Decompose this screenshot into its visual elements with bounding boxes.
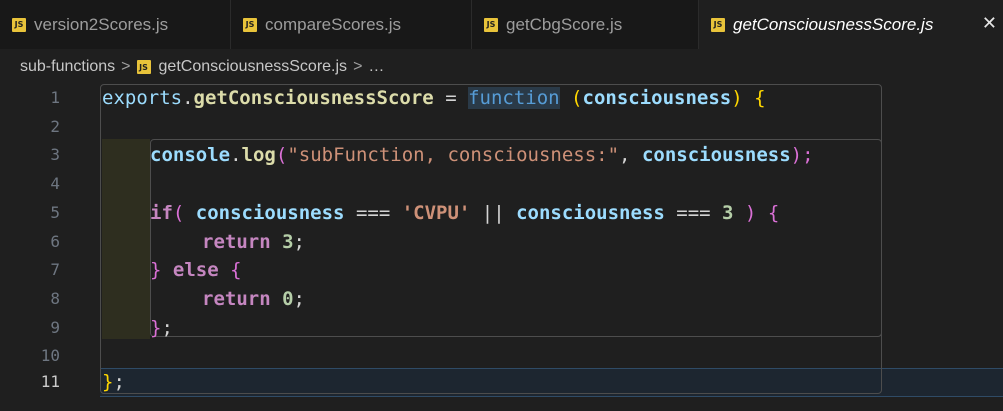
chevron-right-icon: > <box>121 58 131 75</box>
tab-label: getCbgScore.js <box>506 14 623 34</box>
line-number: 3 <box>50 145 60 165</box>
code-line: 9 }; <box>0 314 1003 343</box>
code-text: return 0; <box>202 287 305 310</box>
close-icon[interactable]: ✕ <box>982 13 997 34</box>
js-file-icon: JS <box>243 17 257 32</box>
code-line: 11 }; <box>0 368 1003 397</box>
breadcrumb: sub-functions > JS getConsciousnessScore… <box>20 56 384 78</box>
line-number: 8 <box>50 288 60 308</box>
editor-tab-bar: JS version2Scores.js JS compareScores.js… <box>0 0 1003 49</box>
breadcrumb-folder[interactable]: sub-functions <box>20 58 115 76</box>
line-number: 5 <box>50 202 60 222</box>
code-text: return 3; <box>202 230 305 253</box>
js-file-icon: JS <box>12 17 26 32</box>
code-line: 4 <box>0 170 1003 199</box>
tab-version2scores[interactable]: JS version2Scores.js <box>0 0 231 49</box>
line-number: 7 <box>50 260 60 280</box>
code-line: 3 console.log("subFunction, consciousnes… <box>0 141 1003 170</box>
tab-comparescores[interactable]: JS compareScores.js <box>231 0 472 49</box>
tab-getconsciousnessscore[interactable]: JS getConsciousnessScore.js ✕ <box>699 0 1003 49</box>
tab-label: compareScores.js <box>265 14 402 34</box>
code-line: 5 if( consciousness === 'CVPU' || consci… <box>0 199 1003 228</box>
code-text: if( consciousness === 'CVPU' || consciou… <box>150 201 780 224</box>
tab-getcbgscore[interactable]: JS getCbgScore.js <box>472 0 699 49</box>
line-number: 11 <box>40 372 60 391</box>
code-text: exports.getConsciousnessScore = function… <box>102 87 766 109</box>
tab-label: getConsciousnessScore.js <box>733 14 934 34</box>
line-number: 9 <box>50 317 60 337</box>
js-file-icon: JS <box>484 17 498 32</box>
chevron-right-icon: > <box>353 58 363 75</box>
code-line: 2 <box>0 113 1003 142</box>
line-number: 4 <box>50 174 60 194</box>
code-line: 6 return 3; <box>0 228 1003 257</box>
code-line: 8 return 0; <box>0 285 1003 314</box>
code-line: 10 <box>0 342 1003 371</box>
js-file-icon: JS <box>136 60 151 74</box>
code-line: 7 } else { <box>0 256 1003 285</box>
js-file-icon: JS <box>711 17 725 32</box>
code-text: }; <box>150 316 173 339</box>
breadcrumb-file[interactable]: getConsciousnessScore.js <box>159 58 348 76</box>
line-number: 10 <box>40 346 60 366</box>
breadcrumb-more[interactable]: … <box>368 58 384 76</box>
code-text: } else { <box>150 259 242 282</box>
line-number: 1 <box>50 88 60 107</box>
code-text: console.log("subFunction, consciousness:… <box>150 144 814 167</box>
line-number: 2 <box>50 116 60 136</box>
code-editor[interactable]: 1 exports.getConsciousnessScore = functi… <box>0 84 1003 411</box>
line-number: 6 <box>50 231 60 251</box>
code-text: }; <box>102 371 125 393</box>
tab-label: version2Scores.js <box>34 14 169 34</box>
code-line: 1 exports.getConsciousnessScore = functi… <box>0 84 1003 113</box>
